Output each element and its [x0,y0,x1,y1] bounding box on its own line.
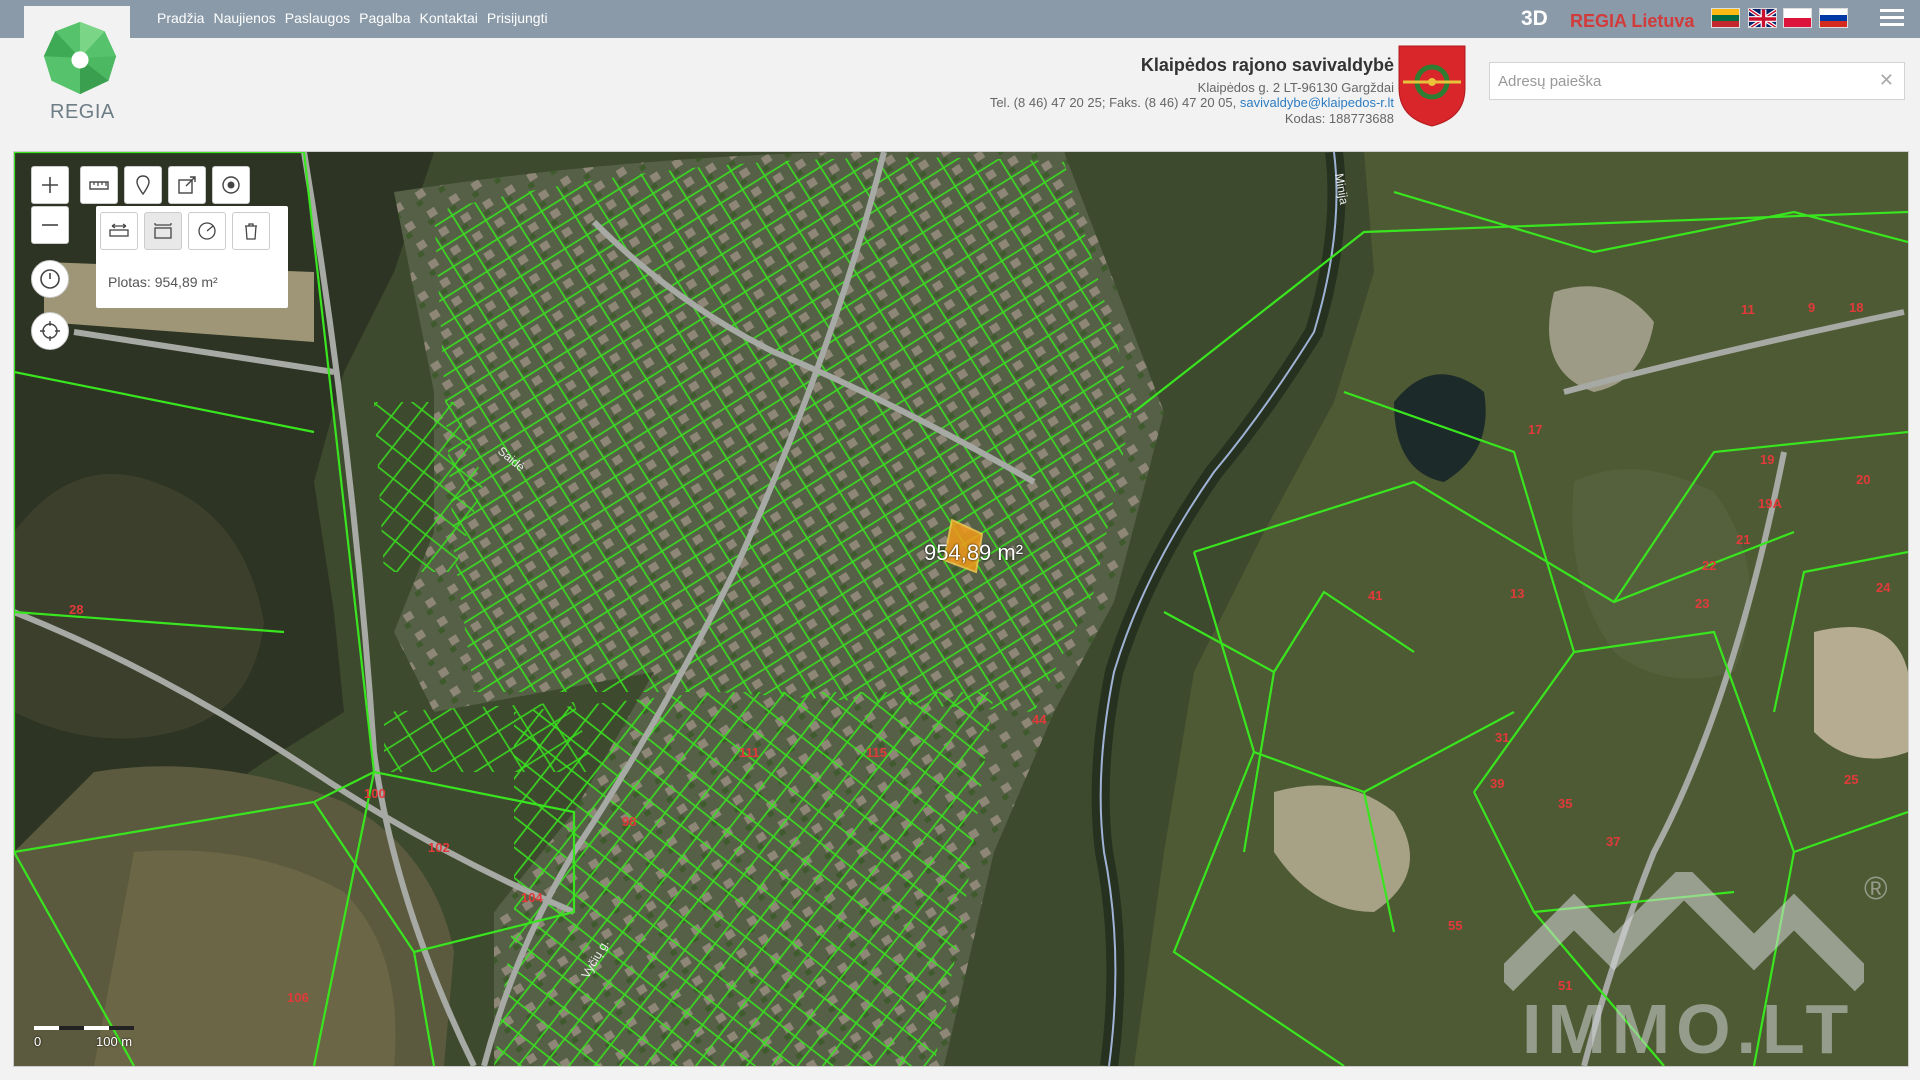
nav-kontaktai[interactable]: Kontaktai [420,10,478,26]
minus-icon [42,224,58,226]
scale-bar-graphic [34,1026,134,1030]
plot-number-label: 20 [1856,472,1871,487]
address-search: ✕ [1489,62,1905,100]
plot-number-label: 13 [1510,586,1525,601]
regia-logo-text: REGIA [50,101,115,123]
plot-number-label: 18 [1849,300,1864,315]
plot-number-label: 98 [622,814,637,829]
locate-button[interactable] [31,312,69,350]
ruler-icon [89,181,109,190]
plot-number-label: 19 [1760,452,1775,467]
plot-number-label: 44 [1032,712,1047,727]
radius-icon [198,222,216,240]
distance-icon [109,223,129,237]
plot-number-label: 35 [1558,796,1573,811]
area-icon [154,223,172,239]
delete-measure-button[interactable] [232,212,270,250]
plot-number-label: 19A [1758,496,1782,511]
measure-tool-button[interactable] [80,166,118,204]
municipality-crest-icon [1398,45,1466,127]
en-flag-icon[interactable] [1748,8,1777,28]
plot-number-label: 104 [521,890,543,905]
plot-number-label: 41 [1368,588,1383,603]
scale-bar: 0 100 m [34,1020,134,1049]
plot-number-label: 11 [1741,302,1755,317]
ru-flag-icon[interactable] [1819,8,1848,28]
lt-flag-icon[interactable] [1711,8,1740,28]
scale-end-label: 100 m [96,1034,133,1049]
municipality-phone: Tel. (8 46) 47 20 25; Faks. (8 46) 47 20… [989,95,1237,110]
plot-number-label: 22 [1702,558,1717,573]
plot-number-label: 21 [1736,532,1751,547]
zoom-in-button[interactable] [31,166,69,204]
plot-number-label: 31 [1495,730,1510,745]
3d-button[interactable]: 3D [1521,7,1548,31]
municipality-info: Klaipėdos rajono savivaldybė Klaipėdos g… [990,55,1394,126]
scale-start-label: 0 [34,1034,42,1049]
plot-number-label: 55 [1448,918,1463,933]
plot-number-label: 100 [364,786,386,801]
map-pin-icon [136,175,150,196]
watermark-registered: ® [1864,870,1888,906]
zoom-out-button[interactable] [31,206,69,244]
measure-radius-button[interactable] [188,212,226,250]
regia-lietuva-link[interactable]: REGIA Lietuva [1570,11,1694,32]
hamburger-menu-icon[interactable] [1880,9,1904,29]
municipality-contacts: Tel. (8 46) 47 20 25; Faks. (8 46) 47 20… [990,95,1394,111]
plot-number-label: 106 [287,990,309,1005]
area-readout: Plotas: 954,89 m² [108,274,218,290]
history-button[interactable] [31,260,69,298]
nav-prisijungti[interactable]: Prisijungti [487,10,548,26]
plot-number-label: 37 [1606,834,1621,849]
share-icon [178,176,196,194]
plot-number-label: 23 [1695,596,1710,611]
municipality-address: Klaipėdos g. 2 LT-96130 Gargždai [1197,79,1394,95]
crosshair-icon [40,321,60,341]
marker-tool-button[interactable] [124,166,162,204]
municipality-email-link[interactable]: savivaldybe@klaipedos-r.lt [1240,95,1394,110]
trash-icon [245,223,257,240]
measure-area-button[interactable] [144,212,182,250]
plot-number-label: 111 [739,745,760,760]
plot-number-label: 9 [1808,300,1816,315]
share-button[interactable] [168,166,206,204]
plot-number-label: 102 [428,840,450,855]
immo-watermark: IMMO.LT ® [1494,863,1904,1067]
clock-icon [40,269,60,289]
municipality-name: Klaipėdos rajono savivaldybė [1140,55,1394,75]
measure-label: 954,89 m² [924,540,1024,565]
nav-pradzia[interactable]: Pradžia [157,10,204,26]
pl-flag-icon[interactable] [1783,8,1812,28]
plot-number-label: 39 [1490,776,1505,791]
watermark-logo-icon [1494,863,1874,992]
watermark-text: IMMO.LT [1522,990,1855,1067]
nav-pagalba[interactable]: Pagalba [359,10,410,26]
plot-number-label: 28 [69,602,84,617]
nav-paslaugos[interactable]: Paslaugos [285,10,350,26]
address-search-input[interactable] [1496,63,1860,99]
plot-number-label: 25 [1844,772,1859,787]
main-nav: Pradžia Naujienos Paslaugos Pagalba Kont… [157,10,557,26]
layers-button[interactable] [212,166,250,204]
municipality-code: Kodas: 188773688 [1284,110,1394,126]
map-view[interactable]: 28 100 102 104 106 98 111 115 44 41 31 39 35 37 55 51 17… [13,151,1909,1067]
target-icon [222,176,240,194]
plot-number-label: 24 [1876,580,1891,595]
nav-naujienos[interactable]: Naujienos [213,10,275,26]
plus-icon [42,177,58,193]
plot-number-label: 17 [1528,422,1543,437]
regia-logo-icon[interactable] [42,20,118,96]
plot-number-label: 115 [866,745,887,760]
clear-search-icon[interactable]: ✕ [1879,70,1894,91]
measure-distance-button[interactable] [100,212,138,250]
